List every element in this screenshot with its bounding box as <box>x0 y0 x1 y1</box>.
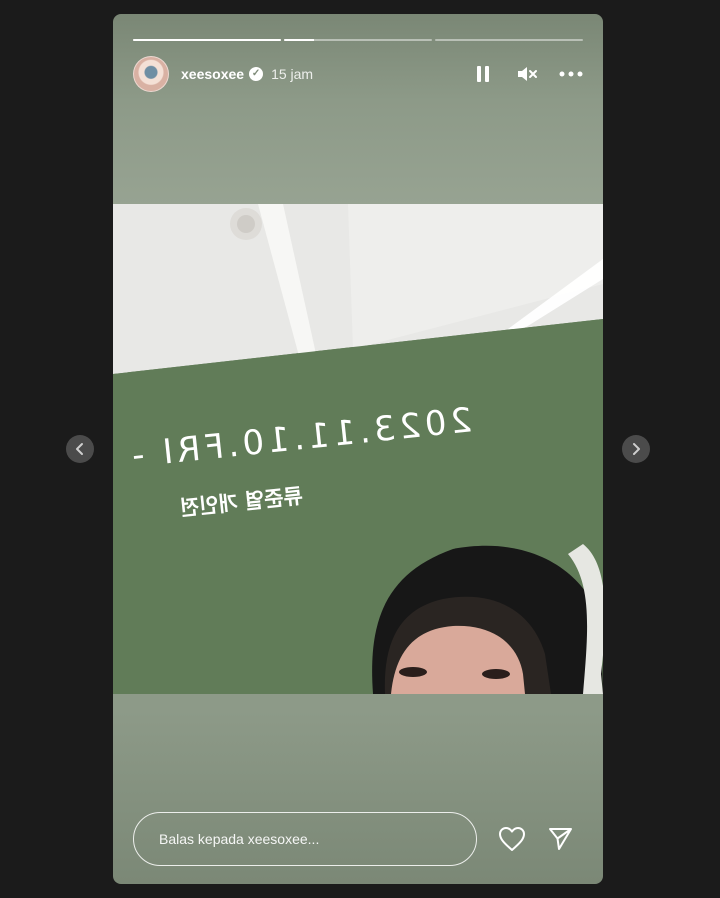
progress-segment <box>435 39 583 41</box>
mute-button[interactable] <box>515 62 539 86</box>
progress-segment <box>133 39 281 41</box>
chevron-left-icon <box>76 443 83 455</box>
pause-button[interactable] <box>471 62 495 86</box>
pause-icon <box>477 66 489 82</box>
progress-segment <box>284 39 432 41</box>
avatar[interactable] <box>133 56 169 92</box>
story-progress-bar <box>133 39 583 41</box>
chevron-right-icon <box>633 443 640 455</box>
username[interactable]: xeesoxee <box>181 66 244 82</box>
heart-icon <box>499 827 525 851</box>
next-story-button[interactable] <box>622 435 650 463</box>
reply-input[interactable]: Balas kepada xeesoxee... <box>133 812 477 866</box>
previous-story-button[interactable] <box>66 435 94 463</box>
story-viewer[interactable]: xeesoxee ✓ 15 jam 2023.11.10.FRI - 류준열 개… <box>113 14 603 884</box>
more-icon <box>559 71 583 77</box>
post-time: 15 jam <box>271 66 314 82</box>
story-header: xeesoxee ✓ 15 jam <box>133 56 583 92</box>
story-footer: Balas kepada xeesoxee... <box>133 812 583 866</box>
verified-check-icon: ✓ <box>249 67 264 81</box>
story-photo: 2023.11.10.FRI - 류준열 개인전 <box>113 204 603 694</box>
story-controls <box>471 62 583 86</box>
more-options-button[interactable] <box>559 62 583 86</box>
like-button[interactable] <box>497 824 527 854</box>
mute-icon <box>518 67 537 81</box>
send-icon <box>549 828 572 850</box>
share-button[interactable] <box>545 824 575 854</box>
